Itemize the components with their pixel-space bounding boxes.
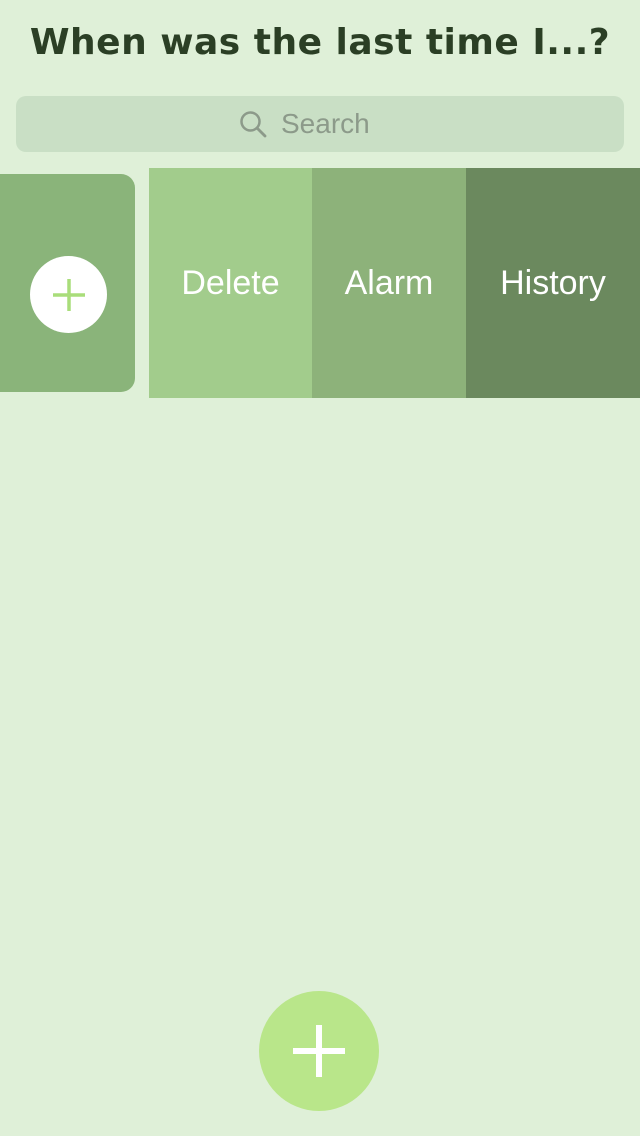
search-icon: [239, 110, 267, 138]
search-input[interactable]: [281, 108, 401, 140]
plus-icon: [52, 278, 85, 311]
app-screen: When was the last time I...? Delete Alar…: [0, 0, 640, 1136]
row-add-button[interactable]: [30, 256, 107, 333]
alarm-action-button[interactable]: Alarm: [312, 168, 466, 398]
add-entry-button[interactable]: [259, 991, 379, 1111]
search-bar[interactable]: [16, 96, 624, 152]
history-action-button[interactable]: History: [466, 168, 640, 398]
plus-icon: [293, 1025, 345, 1077]
delete-action-button[interactable]: Delete: [149, 168, 312, 398]
page-title: When was the last time I...?: [29, 22, 611, 63]
